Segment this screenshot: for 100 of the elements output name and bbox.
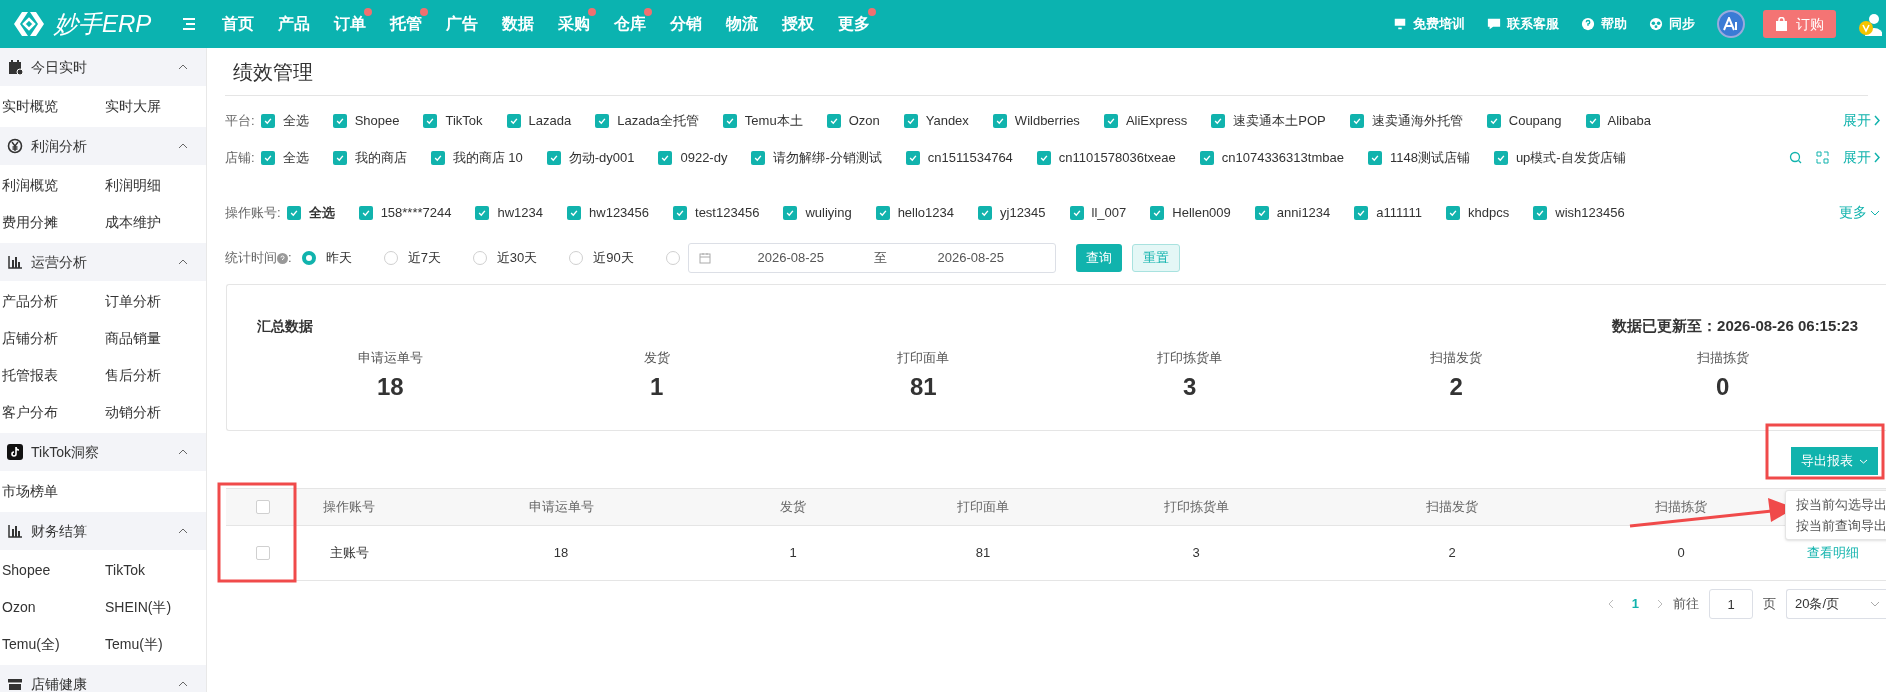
checkbox[interactable] [1150, 205, 1165, 220]
sidebar-item[interactable]: 利润明细 [103, 167, 206, 204]
checkbox[interactable] [722, 113, 737, 128]
checkbox[interactable] [1103, 113, 1118, 128]
checkbox-label[interactable]: 请勿解绑-分销测试 [773, 147, 882, 168]
checkbox[interactable] [332, 150, 347, 165]
radio-button[interactable] [472, 251, 487, 265]
checkbox[interactable] [1446, 205, 1461, 220]
checkbox[interactable] [1367, 150, 1382, 165]
radio-label[interactable]: 近30天 [496, 248, 538, 268]
checkbox[interactable] [658, 150, 673, 165]
page-size-select[interactable]: 20条/页 [1786, 589, 1886, 619]
sidebar-item[interactable]: SHEIN(半) [103, 589, 206, 626]
radio-button[interactable] [569, 251, 584, 265]
checkbox-label[interactable]: Lazada全托管 [617, 110, 699, 131]
checkbox[interactable] [475, 205, 490, 220]
checkbox[interactable] [1354, 205, 1369, 220]
checkbox-label[interactable]: 0922-dy [680, 147, 728, 168]
checkbox[interactable] [783, 205, 798, 220]
checkbox-label[interactable]: hw1234 [497, 202, 544, 223]
radio-label[interactable]: 近7天 [407, 248, 441, 268]
checkbox-label[interactable]: khdpcs [1468, 202, 1510, 223]
checkbox-label[interactable]: cn1511534764 [927, 147, 1013, 168]
checkbox[interactable] [1493, 150, 1508, 165]
checkbox[interactable] [905, 150, 920, 165]
checkbox[interactable] [260, 113, 275, 128]
sidebar-item[interactable]: 成本维护 [103, 204, 206, 241]
next-page-icon[interactable] [1657, 599, 1663, 609]
sidebar-item[interactable]: 产品分析 [0, 283, 103, 320]
checkbox-label[interactable]: 我的商店 [354, 147, 407, 168]
sidebar-item[interactable]: 利润概览 [0, 167, 103, 204]
sidebar-item[interactable]: 动销分析 [103, 394, 206, 431]
checkbox-label[interactable]: Hellen009 [1172, 202, 1231, 223]
menu-item[interactable]: 按当前勾选导出 [1786, 494, 1886, 515]
radio-button[interactable] [301, 251, 316, 265]
checkbox[interactable] [358, 205, 373, 220]
checkbox-label[interactable]: cn1101578036txeae [1058, 147, 1176, 168]
checkbox[interactable] [255, 500, 270, 514]
sidebar-group-header[interactable]: TikTok洞察 [0, 433, 206, 471]
checkbox-label[interactable]: wuliying [805, 202, 852, 223]
checkbox-label[interactable]: Alibaba [1607, 110, 1651, 131]
ai-icon[interactable] [1717, 10, 1745, 38]
radio-label[interactable]: 昨天 [325, 248, 352, 268]
checkbox[interactable] [595, 113, 610, 128]
checkbox[interactable] [1585, 113, 1600, 128]
sidebar-item[interactable]: Shopee [0, 552, 103, 589]
checkbox[interactable] [826, 113, 841, 128]
checkbox-label[interactable]: wish123456 [1555, 202, 1625, 223]
checkbox-label[interactable]: 速卖通海外托管 [1371, 110, 1463, 131]
checkbox[interactable] [332, 113, 347, 128]
sidebar-group-header[interactable]: 财务结算 [0, 512, 206, 550]
checkbox[interactable] [1254, 205, 1269, 220]
sidebar-group-header[interactable]: 店铺健康 [0, 665, 206, 692]
menu-icon[interactable] [182, 18, 196, 30]
checkbox[interactable] [260, 150, 275, 165]
sidebar-item[interactable]: TikTok [103, 552, 206, 589]
sidebar-item[interactable]: 商品销量 [103, 320, 206, 357]
sidebar-item[interactable]: 订单分析 [103, 283, 206, 320]
checkbox[interactable] [1486, 113, 1501, 128]
checkbox-label[interactable]: 我的商店 10 [452, 147, 523, 168]
sidebar-item[interactable]: 店铺分析 [0, 320, 103, 357]
checkbox[interactable] [1211, 113, 1226, 128]
checkbox-label[interactable]: test123456 [695, 202, 760, 223]
checkbox[interactable] [978, 205, 992, 220]
checkbox-label[interactable]: 速卖通本土POP [1233, 110, 1326, 131]
sidebar-item[interactable]: 实时大屏 [103, 88, 206, 125]
checkbox-label[interactable]: up模式-自发货店铺 [1515, 147, 1626, 168]
checkbox-label[interactable]: hw123456 [589, 202, 650, 223]
sidebar-group-header[interactable]: 运营分析 [0, 243, 206, 281]
sidebar-item[interactable]: Temu(全) [0, 626, 103, 663]
sidebar-item[interactable]: Ozon [0, 589, 103, 626]
checkbox-label[interactable]: Lazada [528, 110, 572, 131]
checkbox[interactable] [430, 150, 445, 165]
sidebar-item[interactable]: 市场榜单 [0, 473, 103, 510]
checkbox-label[interactable]: Shopee [354, 110, 400, 131]
checkbox-label[interactable]: yj12345 [1000, 202, 1046, 223]
radio-label[interactable]: 近90天 [593, 248, 634, 268]
checkbox[interactable] [1533, 205, 1548, 220]
checkbox-label[interactable]: hello1234 [897, 202, 954, 223]
checkbox[interactable] [1199, 150, 1214, 165]
checkbox-label[interactable]: a111111 [1376, 202, 1423, 223]
checkbox[interactable] [423, 113, 438, 128]
checkbox-label[interactable]: Yandex [925, 110, 969, 131]
checkbox-label[interactable]: 全选 [282, 110, 309, 131]
checkbox[interactable] [751, 150, 766, 165]
checkbox[interactable] [506, 113, 521, 128]
checkbox[interactable] [546, 150, 561, 165]
sidebar-item[interactable]: 实时概览 [0, 88, 103, 125]
sidebar-item[interactable]: 客户分布 [0, 394, 103, 431]
checkbox[interactable] [255, 546, 270, 560]
sidebar-item[interactable]: 托管报表 [0, 357, 103, 394]
checkbox-label[interactable]: 158****7244 [380, 202, 452, 223]
checkbox[interactable] [286, 205, 301, 220]
sidebar-group-header[interactable]: 今日实时 [0, 48, 206, 86]
avatar-icon[interactable] [1858, 12, 1882, 36]
checkbox-label[interactable]: 全选 [282, 147, 309, 168]
checkbox-label[interactable]: Coupang [1508, 110, 1562, 131]
sidebar-item[interactable]: 售后分析 [103, 357, 206, 394]
checkbox-label[interactable]: cn1074336313tmbae [1221, 147, 1344, 168]
date-range-field[interactable]: 2026-08-25 至 2026-08-25 [687, 243, 1056, 273]
